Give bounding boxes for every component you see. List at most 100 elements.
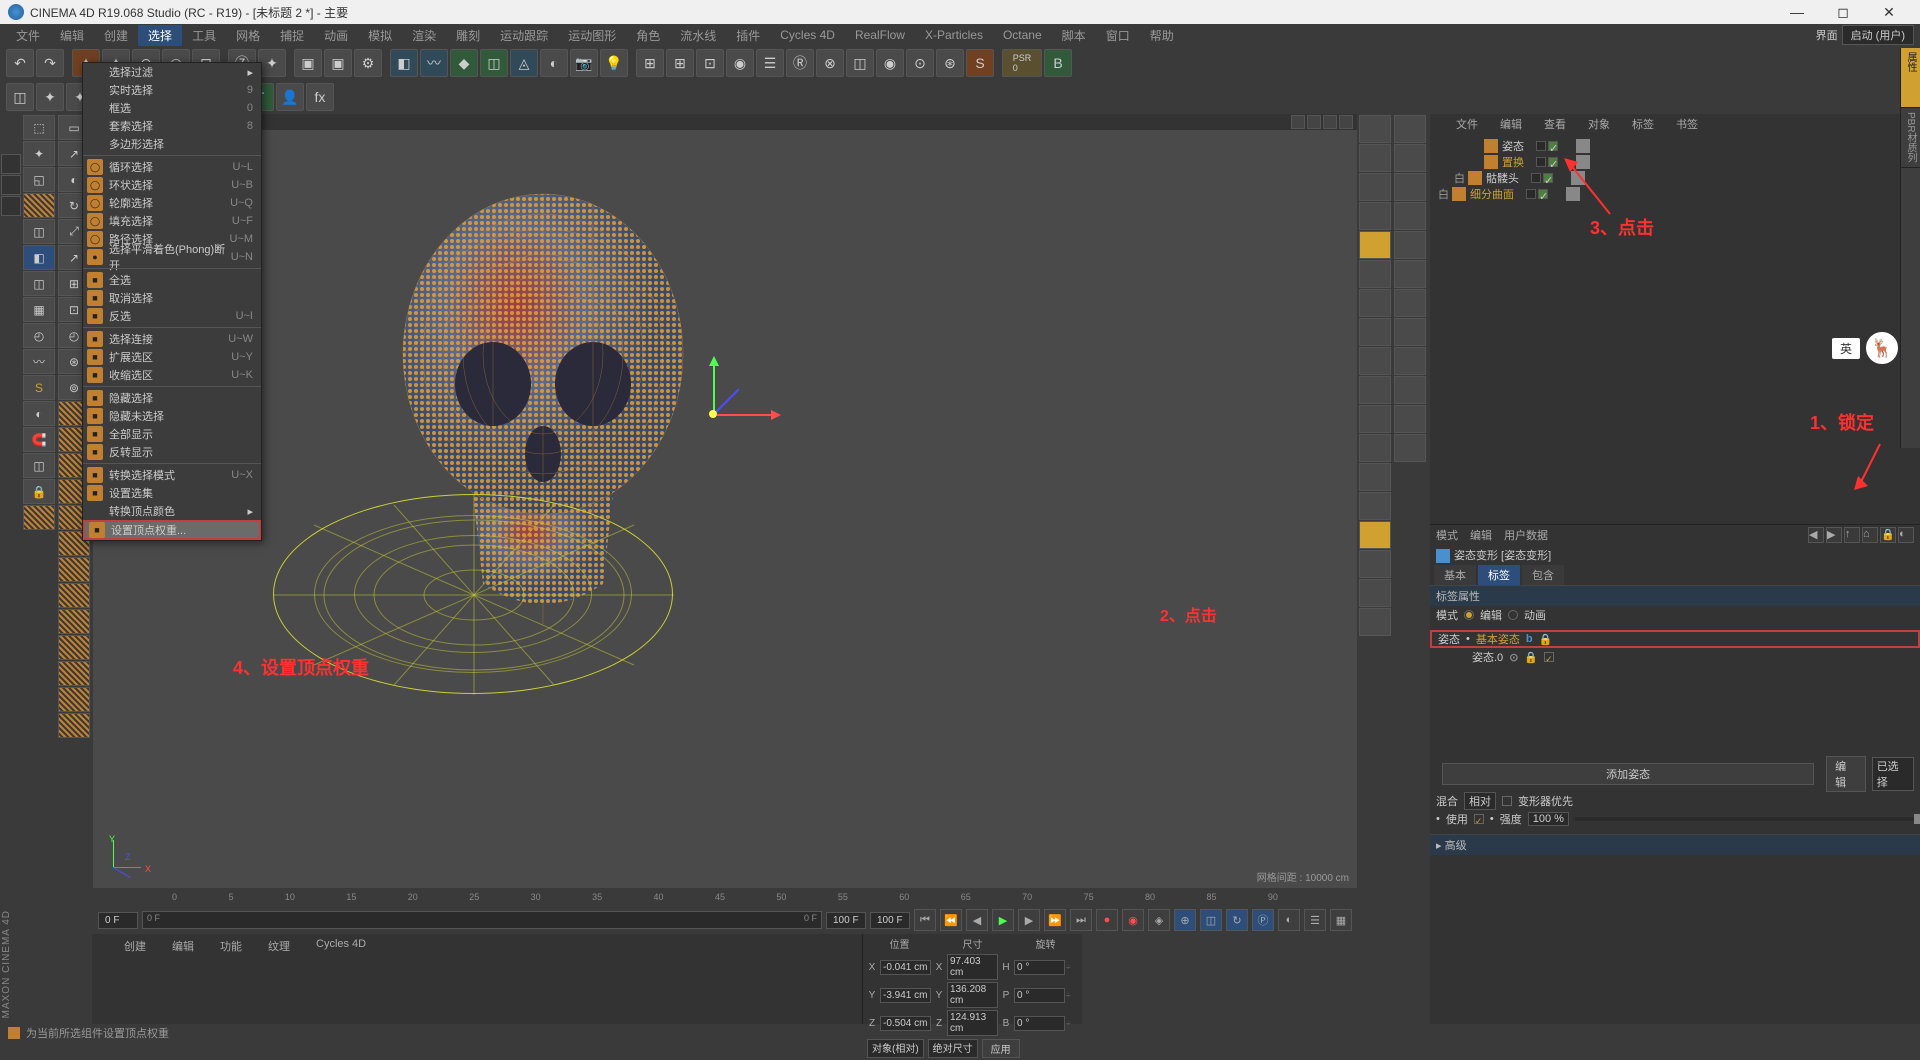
magnet-icon[interactable]: 🧲 — [23, 427, 55, 452]
tl-toggle[interactable]: ▦ — [1330, 909, 1352, 931]
menu-item[interactable]: 套索选择8 — [83, 117, 261, 135]
tab-bookmarks[interactable]: 书签 — [1666, 115, 1708, 133]
tool-icon[interactable]: ⊛ — [936, 49, 964, 77]
rtool-icon[interactable] — [1359, 347, 1391, 375]
tool-icon[interactable]: ⊞ — [666, 49, 694, 77]
tree-row[interactable]: 姿态 ✓ — [1434, 138, 1916, 154]
strength-field[interactable]: 100 % — [1528, 812, 1569, 826]
ime-badge[interactable]: 英 🦌 — [1832, 330, 1900, 366]
tree-row[interactable]: 白 细分曲面 ✓ — [1434, 186, 1916, 202]
next-key-icon[interactable]: ⏩ — [1044, 909, 1066, 931]
tool-icon[interactable]: ◴ — [23, 323, 55, 348]
tab-basic[interactable]: 基本 — [1434, 565, 1476, 585]
vp-icon[interactable] — [1307, 115, 1321, 129]
attr-mode[interactable]: 模式 — [1436, 527, 1458, 543]
close-button[interactable]: ✕ — [1866, 0, 1912, 24]
lock-icon[interactable]: 🔒 — [1539, 633, 1553, 646]
menu-item[interactable]: ●选择平滑着色(Phong)断开U~N — [83, 248, 261, 266]
tree-row[interactable]: 置换 ✓ — [1434, 154, 1916, 170]
menu-插件[interactable]: 插件 — [726, 25, 770, 46]
tab-object[interactable]: 对象 — [1578, 115, 1620, 133]
menu-网格[interactable]: 网格 — [226, 25, 270, 46]
tool-icon[interactable]: B — [1044, 49, 1072, 77]
add-pose-button[interactable]: 添加姿态 — [1442, 763, 1814, 785]
tool-icon[interactable] — [58, 609, 90, 634]
tool-icon[interactable]: ◉ — [726, 49, 754, 77]
texture-mode-icon[interactable] — [23, 193, 55, 218]
tree-row[interactable]: 白 骷髅头 ✓ — [1434, 170, 1916, 186]
next-frame-icon[interactable]: ▶ — [1018, 909, 1040, 931]
frame-total[interactable]: 100 F — [870, 912, 910, 929]
tool-icon[interactable]: S — [966, 49, 994, 77]
tl-toggle[interactable]: ↻ — [1226, 909, 1248, 931]
menu-运动图形[interactable]: 运动图形 — [558, 25, 626, 46]
lock-icon[interactable]: 🔒 — [1880, 527, 1896, 543]
layout-selector[interactable]: 界面 启动 (用户) — [1816, 25, 1914, 45]
rtool-icon[interactable] — [1394, 231, 1426, 259]
rtool-icon[interactable] — [1394, 376, 1426, 404]
strip-icon[interactable] — [1, 175, 21, 195]
menu-Octane[interactable]: Octane — [993, 26, 1052, 44]
pose-check[interactable] — [1544, 652, 1554, 662]
rtool-icon[interactable] — [1359, 289, 1391, 317]
size-mode-dropdown[interactable]: 绝对尺寸 — [928, 1039, 978, 1058]
tool-icon[interactable] — [58, 583, 90, 608]
edge-mode-icon[interactable]: ◫ — [23, 271, 55, 296]
redo-icon[interactable]: ↷ — [36, 49, 64, 77]
deform-prio-check[interactable] — [1502, 796, 1512, 806]
render-icon[interactable]: ▣ — [324, 49, 352, 77]
tab-include[interactable]: 包含 — [1522, 565, 1564, 585]
tab-view[interactable]: 查看 — [1534, 115, 1576, 133]
tl-toggle[interactable]: Ⓟ — [1252, 909, 1274, 931]
next-icon[interactable]: ▶ — [1826, 527, 1842, 543]
menu-编辑[interactable]: 编辑 — [50, 25, 94, 46]
menu-item[interactable]: ■隐藏未选择 — [83, 407, 261, 425]
deer-icon[interactable]: 🦌 — [1864, 330, 1900, 366]
rtool-icon[interactable] — [1359, 202, 1391, 230]
tl-toggle[interactable]: ◫ — [1200, 909, 1222, 931]
tl-toggle[interactable]: ☰ — [1304, 909, 1326, 931]
menu-item[interactable]: ■隐藏选择 — [83, 389, 261, 407]
menu-文件[interactable]: 文件 — [6, 25, 50, 46]
bottom-tab[interactable]: 创建 — [112, 936, 158, 956]
tool-icon[interactable]: ⊗ — [816, 49, 844, 77]
rtool-icon[interactable] — [1359, 492, 1391, 520]
tool-icon[interactable]: ◫ — [23, 453, 55, 478]
tab-edit[interactable]: 编辑 — [1490, 115, 1532, 133]
rtool-icon[interactable] — [1394, 434, 1426, 462]
rtool-icon[interactable] — [1359, 521, 1391, 549]
strip-icon[interactable] — [1, 196, 21, 216]
tool-icon[interactable]: ⊞ — [636, 49, 664, 77]
tool-icon[interactable]: ✦ — [258, 49, 286, 77]
menu-item[interactable]: ■选择连接U~W — [83, 330, 261, 348]
menu-item[interactable]: ■取消选择 — [83, 289, 261, 307]
menu-item[interactable]: ◯循环选择U~L — [83, 158, 261, 176]
point-mode-icon[interactable]: ◧ — [23, 245, 55, 270]
tool-icon[interactable] — [58, 661, 90, 686]
render-settings-icon[interactable]: ⚙ — [354, 49, 382, 77]
rtool-icon[interactable] — [1394, 115, 1426, 143]
rtool-icon[interactable] — [1359, 579, 1391, 607]
select-menu-dropdown[interactable]: 选择过滤▸实时选择9框选0套索选择8多边形选择◯循环选择U~L◯环状选择U~B◯… — [82, 62, 262, 541]
bottom-tab[interactable]: 功能 — [208, 936, 254, 956]
prev-key-icon[interactable]: ⏪ — [940, 909, 962, 931]
menu-icon[interactable]: ◐ — [1898, 527, 1914, 543]
menu-item[interactable]: ■设置顶点权重... — [83, 520, 261, 540]
tl-toggle[interactable]: ⊕ — [1174, 909, 1196, 931]
frame-end[interactable]: 100 F — [826, 912, 866, 929]
bottom-tab[interactable]: 编辑 — [160, 936, 206, 956]
menu-角色[interactable]: 角色 — [626, 25, 670, 46]
tool-icon[interactable] — [58, 557, 90, 582]
tool-icon[interactable] — [58, 635, 90, 660]
menu-item[interactable]: ■反选U~I — [83, 307, 261, 325]
radio-edit[interactable] — [1464, 610, 1474, 620]
tool-icon[interactable]: ◐ — [23, 401, 55, 426]
tool-icon[interactable]: ◫ — [6, 83, 34, 111]
timeline-track[interactable]: 0 F — [142, 911, 822, 929]
menu-Cycles 4D[interactable]: Cycles 4D — [770, 26, 845, 44]
menu-item[interactable]: ■收缩选区U~K — [83, 366, 261, 384]
prev-icon[interactable]: ◀ — [1808, 527, 1824, 543]
menu-item[interactable]: 实时选择9 — [83, 81, 261, 99]
menu-item[interactable]: ■全选 — [83, 271, 261, 289]
coord-mode-dropdown[interactable]: 对象(相对) — [867, 1039, 924, 1058]
